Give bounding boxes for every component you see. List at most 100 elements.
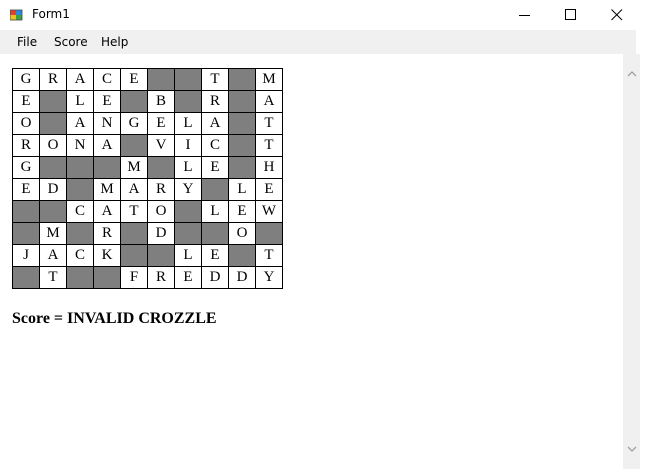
grid-cell-blocked xyxy=(67,223,94,245)
grid-cell: M xyxy=(121,157,148,179)
grid-cell-blocked xyxy=(40,201,67,223)
grid-cell: O xyxy=(13,113,40,135)
grid-cell-blocked xyxy=(67,157,94,179)
menu-help[interactable]: Help xyxy=(101,35,128,49)
grid-cell: R xyxy=(40,69,67,91)
grid-cell-blocked xyxy=(121,223,148,245)
grid-row: RONA VIC T xyxy=(13,135,283,157)
menu-score[interactable]: Score xyxy=(54,35,88,49)
grid-row: EDMARYLE xyxy=(13,179,283,201)
grid-cell: L xyxy=(67,91,94,113)
grid-cell: R xyxy=(148,267,175,289)
grid-row: GRACE T M xyxy=(13,69,283,91)
grid-row: MRDO xyxy=(13,223,283,245)
grid-cell-blocked xyxy=(175,201,202,223)
grid-cell: N xyxy=(94,113,121,135)
window-title: Form1 xyxy=(32,7,70,21)
grid-cell: E xyxy=(94,91,121,113)
grid-cell: E xyxy=(148,113,175,135)
grid-cell: G xyxy=(13,69,40,91)
grid-cell: E xyxy=(229,201,256,223)
score-label: Score = INVALID CROZZLE xyxy=(12,310,217,327)
vertical-scrollbar[interactable] xyxy=(623,54,640,469)
grid-cell-blocked xyxy=(229,245,256,267)
minimize-button[interactable] xyxy=(502,0,548,30)
grid-cell-blocked xyxy=(148,157,175,179)
grid-cell: E xyxy=(121,69,148,91)
grid-cell: C xyxy=(202,135,229,157)
grid-row: G M LE H xyxy=(13,157,283,179)
grid-cell: N xyxy=(67,135,94,157)
grid-cell: M xyxy=(40,223,67,245)
grid-cell: M xyxy=(94,179,121,201)
grid-cell: D xyxy=(202,267,229,289)
grid-cell: A xyxy=(94,135,121,157)
grid-cell-blocked xyxy=(121,135,148,157)
grid-cell-blocked xyxy=(40,113,67,135)
grid-row: JACK LE T xyxy=(13,245,283,267)
grid-cell-blocked xyxy=(121,245,148,267)
maximize-button[interactable] xyxy=(548,0,594,30)
scroll-up-icon[interactable] xyxy=(627,70,637,78)
grid-cell-blocked xyxy=(13,267,40,289)
grid-cell-blocked xyxy=(175,223,202,245)
window-edge xyxy=(640,0,645,469)
grid-row: CATO LEW xyxy=(13,201,283,223)
grid-cell: T xyxy=(256,113,283,135)
scroll-down-icon[interactable] xyxy=(627,445,637,453)
grid-cell: F xyxy=(121,267,148,289)
grid-cell: T xyxy=(256,135,283,157)
grid-cell: E xyxy=(13,91,40,113)
grid-row: ELEBRA xyxy=(13,91,283,113)
grid-cell: Y xyxy=(256,267,283,289)
grid-cell: D xyxy=(148,223,175,245)
grid-cell-blocked xyxy=(94,267,121,289)
grid-cell: C xyxy=(67,245,94,267)
crozzle-grid: GRACETMELEBRAOANGELATRONAVICTGMLEHEDMARY… xyxy=(12,68,283,289)
close-button[interactable] xyxy=(594,0,640,30)
maximize-icon xyxy=(565,9,576,20)
grid-cell: J xyxy=(13,245,40,267)
grid-cell: V xyxy=(148,135,175,157)
grid-cell-blocked xyxy=(148,69,175,91)
grid-cell: H xyxy=(256,157,283,179)
grid-cell: B xyxy=(148,91,175,113)
grid-cell-blocked xyxy=(256,223,283,245)
menu-file[interactable]: File xyxy=(17,35,37,49)
grid-cell: G xyxy=(121,113,148,135)
grid-cell: E xyxy=(256,179,283,201)
grid-cell: D xyxy=(229,267,256,289)
grid-cell-blocked xyxy=(40,157,67,179)
grid-cell: L xyxy=(202,201,229,223)
grid-cell: T xyxy=(121,201,148,223)
grid-cell: T xyxy=(202,69,229,91)
grid-cell: R xyxy=(94,223,121,245)
grid-cell-blocked xyxy=(175,69,202,91)
grid-cell: A xyxy=(40,245,67,267)
grid-cell-blocked xyxy=(121,91,148,113)
grid-cell: L xyxy=(229,179,256,201)
grid-cell: A xyxy=(67,69,94,91)
close-icon xyxy=(611,9,623,21)
grid-cell-blocked xyxy=(229,157,256,179)
grid-cell: K xyxy=(94,245,121,267)
grid-cell: L xyxy=(175,113,202,135)
grid-cell-blocked xyxy=(175,91,202,113)
grid-cell: O xyxy=(40,135,67,157)
grid-cell-blocked xyxy=(13,223,40,245)
grid-cell: Y xyxy=(175,179,202,201)
grid-cell: G xyxy=(13,157,40,179)
title-bar: Form1 xyxy=(0,0,645,30)
grid-cell: O xyxy=(148,201,175,223)
grid-cell-blocked xyxy=(67,179,94,201)
grid-cell: R xyxy=(202,91,229,113)
grid-cell: C xyxy=(67,201,94,223)
menu-bar: File Score Help xyxy=(0,30,636,54)
grid-cell: E xyxy=(202,157,229,179)
grid-cell-blocked xyxy=(202,223,229,245)
grid-cell: E xyxy=(202,245,229,267)
grid-cell: L xyxy=(175,157,202,179)
minimize-icon xyxy=(519,15,530,16)
grid-cell: O xyxy=(229,223,256,245)
grid-cell-blocked xyxy=(13,201,40,223)
